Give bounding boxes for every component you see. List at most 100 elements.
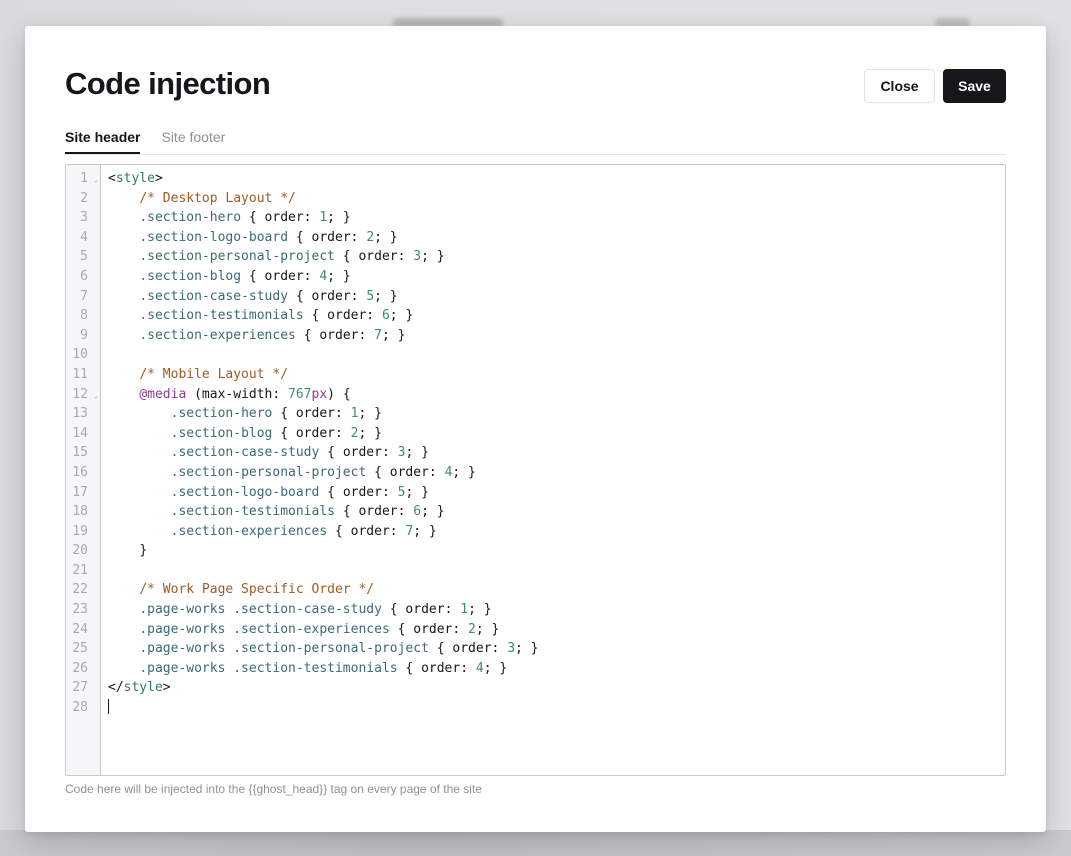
code-punctuation: { order: [241, 268, 320, 284]
code-punctuation: ; } [327, 268, 351, 284]
code-line: .page-works .section-case-study { order:… [108, 600, 1005, 620]
line-number-text: 1 [80, 171, 88, 186]
code-punctuation: { order: [272, 406, 351, 422]
line-number-text: 21 [72, 562, 88, 578]
code-line: /* Mobile Layout */ [108, 365, 1005, 385]
code-punctuation: { order: [381, 602, 461, 618]
code-number: 4 [475, 660, 484, 676]
code-injection-modal: Code injection Close Save Site header Si… [25, 26, 1046, 832]
tab-site-header[interactable]: Site header [65, 128, 141, 154]
code-punctuation: ; } [405, 445, 429, 461]
chevron-down-icon[interactable]: ⌄ [93, 386, 98, 406]
code-line: } [108, 541, 1005, 561]
code-punctuation: { order: [327, 523, 406, 539]
line-number: 7 [66, 287, 100, 307]
code-area[interactable]: <style> /* Desktop Layout */ .section-he… [101, 165, 1005, 775]
line-number: 12 ⌄ [66, 385, 100, 405]
code-selector: .page-works .section-experiences [139, 621, 390, 637]
line-number-text: 20 [72, 543, 88, 559]
code-punctuation: ; } [358, 425, 382, 441]
line-number-text: 19 [72, 523, 88, 539]
line-number-text: 4 [80, 229, 88, 245]
code-punctuation: { order: [272, 425, 351, 441]
code-line: .section-testimonials { order: 6; } [108, 502, 1005, 522]
tab-site-footer[interactable]: Site footer [161, 128, 225, 154]
code-punctuation: } [139, 543, 148, 559]
code-selector: .section-personal-project [170, 464, 367, 480]
code-bracket: </ [108, 680, 124, 696]
line-number-text: 28 [72, 700, 88, 716]
save-button[interactable]: Save [943, 69, 1006, 103]
code-line: .section-hero { order: 1; } [108, 404, 1005, 424]
code-line: @media (max-width: 767px) { [108, 385, 1005, 405]
code-line: .section-blog { order: 4; } [108, 267, 1005, 287]
code-number: 4 [319, 268, 328, 284]
code-line: .section-testimonials { order: 6; } [108, 306, 1005, 326]
code-bracket: > [162, 680, 171, 696]
line-number: 18 [66, 502, 100, 522]
code-selector: .section-hero [139, 210, 242, 226]
line-number-text: 26 [72, 660, 88, 676]
line-number-text: 9 [80, 327, 88, 343]
code-number: 6 [381, 308, 390, 324]
code-punctuation: { order: [366, 464, 445, 480]
code-selector: .section-testimonials [139, 308, 304, 324]
code-selector: .section-blog [170, 425, 273, 441]
code-punctuation: { order: [319, 445, 398, 461]
line-number-text: 3 [80, 210, 88, 226]
code-number: 1 [319, 210, 328, 226]
code-comment: /* Desktop Layout */ [139, 190, 296, 206]
close-button[interactable]: Close [864, 69, 935, 103]
code-selector: .section-experiences [170, 523, 328, 539]
code-selector: .section-case-study [139, 288, 289, 304]
code-line: .page-works .section-experiences { order… [108, 620, 1005, 640]
code-tag: style [115, 171, 155, 186]
code-tag: style [123, 680, 163, 696]
code-punctuation: { order: [397, 660, 476, 676]
code-line: <style> [108, 169, 1005, 189]
line-number: 24 [66, 620, 100, 640]
line-number-text: 5 [80, 249, 88, 265]
line-number-text: 10 [72, 347, 88, 363]
code-punctuation: ; } [421, 249, 445, 265]
code-at-rule: @media [139, 386, 187, 402]
code-line: .section-personal-project { order: 4; } [108, 463, 1005, 483]
line-number: 5 [66, 247, 100, 267]
code-punctuation: ; } [374, 288, 398, 304]
line-number: 9 [66, 326, 100, 346]
code-selector: .page-works .section-case-study [139, 602, 382, 618]
code-selector: .section-logo-board [139, 229, 289, 245]
code-punctuation: ; } [381, 327, 406, 343]
code-selector: .section-testimonials [170, 504, 335, 520]
code-line: .section-blog { order: 2; } [108, 424, 1005, 444]
line-number: 20 [66, 541, 100, 561]
code-line: .page-works .section-personal-project { … [108, 639, 1005, 659]
code-line: .section-personal-project { order: 3; } [108, 247, 1005, 267]
code-punctuation: ) { [327, 386, 351, 402]
line-number: 10 [66, 345, 100, 365]
code-punctuation: ; } [374, 229, 398, 245]
code-bracket: > [154, 171, 163, 186]
code-punctuation: ; } [483, 660, 508, 676]
chevron-down-icon[interactable]: ⌄ [93, 170, 98, 190]
code-line: .section-experiences { order: 7; } [108, 326, 1005, 346]
line-number-text: 18 [72, 504, 88, 520]
code-punctuation: { order: [428, 641, 508, 657]
modal-title: Code injection [65, 66, 271, 101]
tab-bar: Site header Site footer [65, 128, 1006, 155]
line-number-text: 14 [72, 425, 88, 441]
code-editor[interactable]: 1 ⌄ 2 3 4 5 6 7 8 9 10 11 12 ⌄ 13 14 15 16 17 18 19 20 21 22 23 2… [65, 164, 1006, 776]
line-number-text: 2 [80, 190, 88, 206]
